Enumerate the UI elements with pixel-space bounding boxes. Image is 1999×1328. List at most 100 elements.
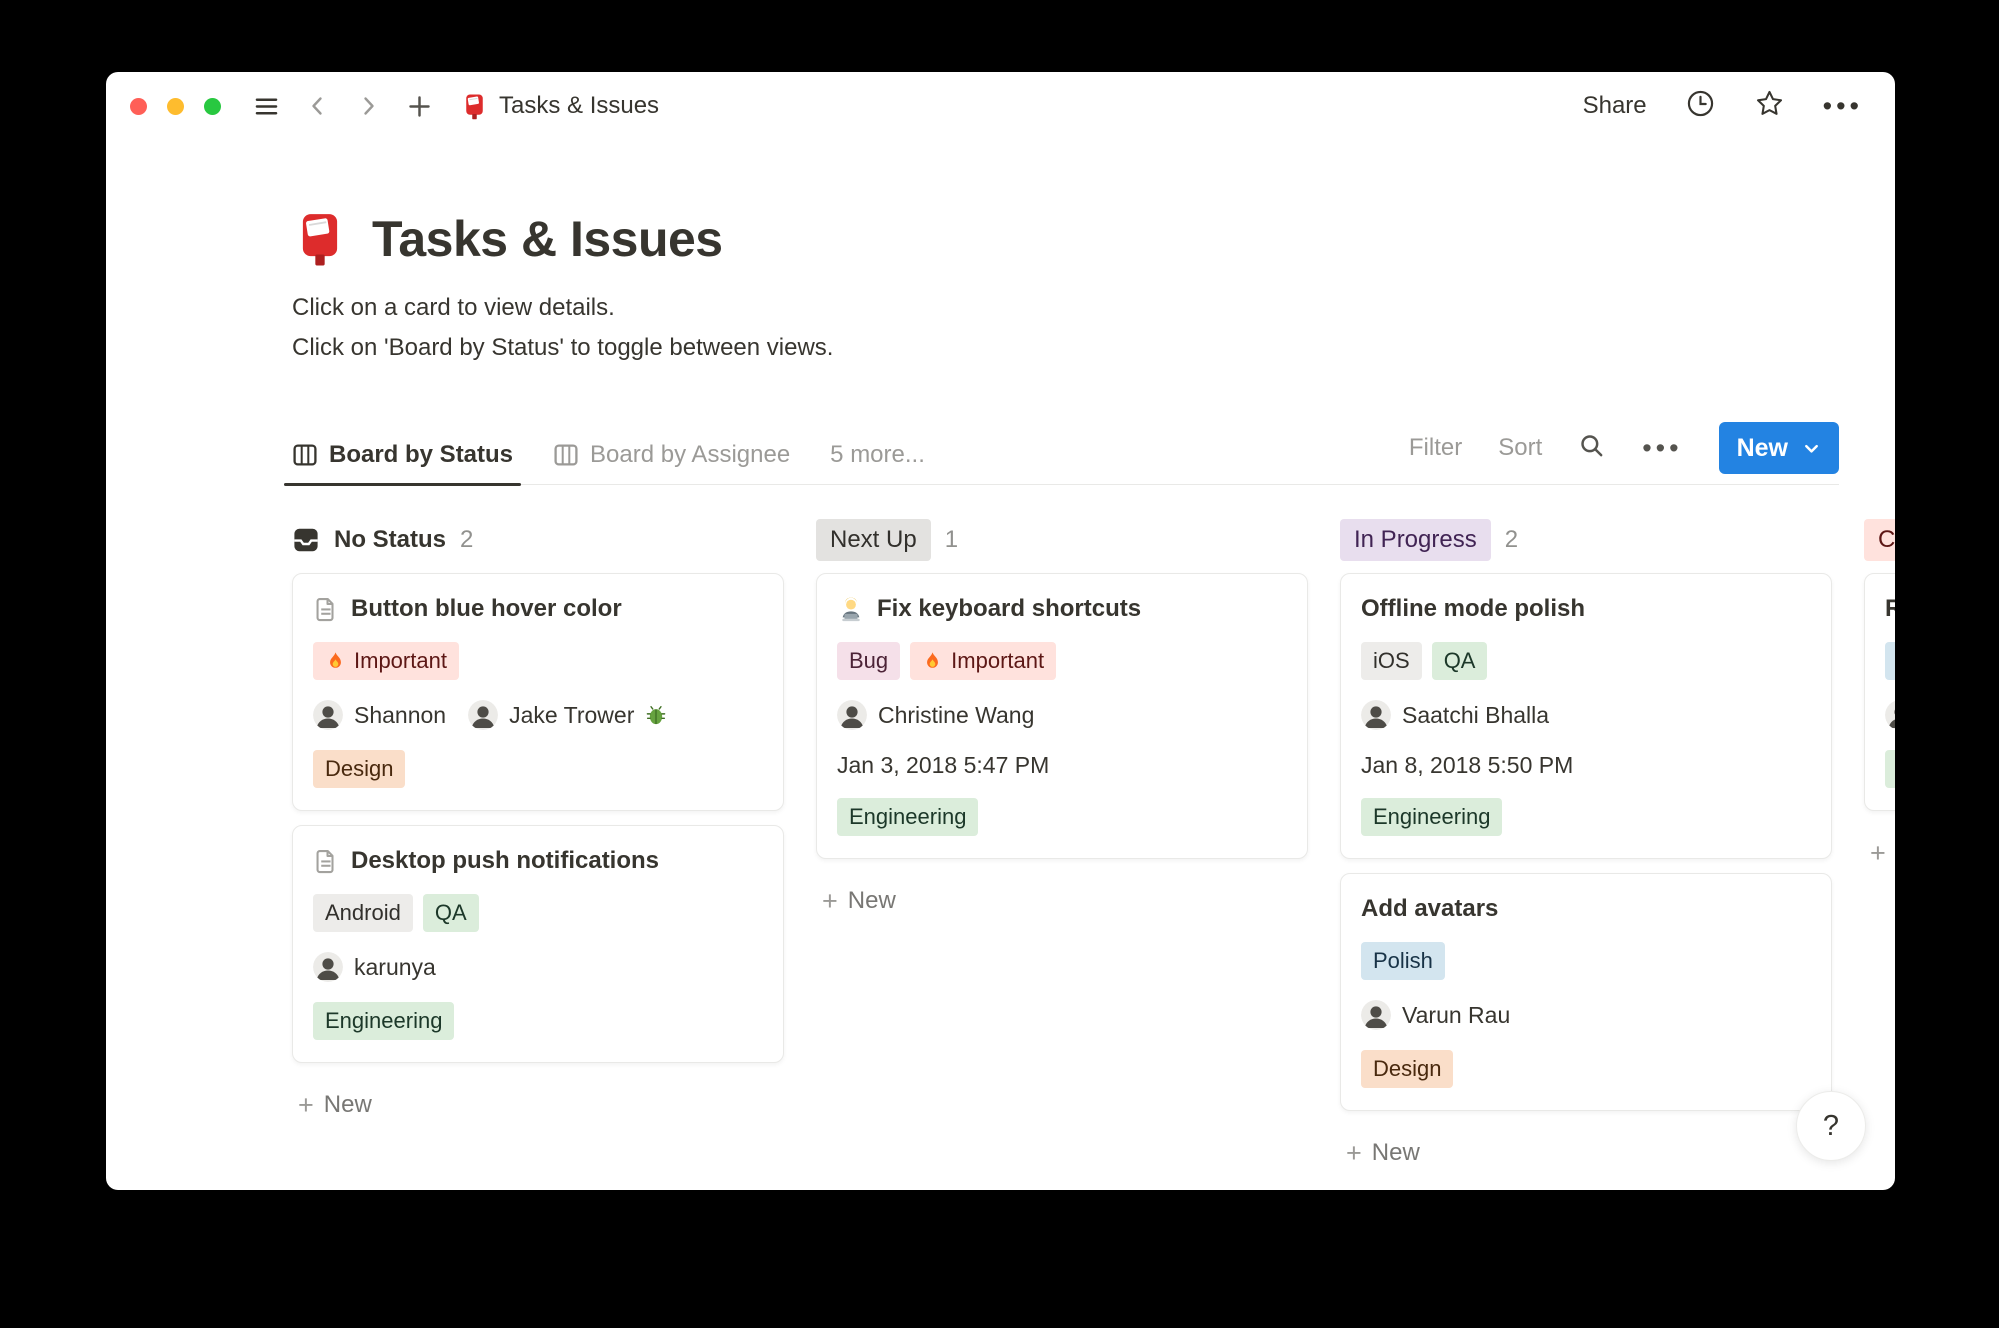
new-button-label: New <box>1736 433 1788 462</box>
close-window-button[interactable] <box>130 97 147 115</box>
task-card[interactable]: Button blue hover color Important Shanno… <box>292 573 784 811</box>
column-title-pill: Next Up <box>816 519 931 561</box>
minimize-window-button[interactable] <box>167 97 184 115</box>
page-postbox-icon[interactable] <box>292 211 348 267</box>
task-card[interactable]: R P E <box>1864 573 1895 811</box>
question-mark-icon: ? <box>1822 1109 1840 1142</box>
technologist-emoji-icon <box>842 597 860 622</box>
tab-board-by-assignee[interactable]: Board by Assignee <box>553 441 794 484</box>
flame-icon <box>927 651 939 668</box>
assignee: Saatchi Bhalla <box>1361 700 1549 730</box>
tag-engineering: Engineering <box>1361 798 1503 836</box>
task-card[interactable]: Offline mode polish iOS QA Saatchi Bhall… <box>1340 573 1832 859</box>
view-options-icon[interactable]: ••• <box>1642 434 1682 462</box>
beetle-emoji-icon <box>647 706 666 725</box>
tag-ios: iOS <box>1361 642 1422 680</box>
search-icon[interactable] <box>1578 432 1606 465</box>
flame-icon <box>330 651 341 668</box>
task-card[interactable]: Fix keyboard shortcuts Bug Important Chr… <box>816 573 1308 859</box>
new-button[interactable]: New <box>1718 422 1839 474</box>
column-header[interactable]: Next Up 1 <box>816 519 1308 561</box>
task-card[interactable]: Desktop push notifications Android QA ka… <box>292 825 784 1063</box>
tag-qa: QA <box>422 894 479 932</box>
chevron-down-icon <box>1805 444 1818 453</box>
back-button[interactable] <box>306 94 330 118</box>
column-header[interactable]: C <box>1864 519 1895 561</box>
plus-icon: + <box>1870 837 1886 868</box>
add-card-button[interactable]: + New <box>816 883 1308 919</box>
page-description-line[interactable]: Click on a card to view details. <box>292 288 1895 328</box>
column-title-pill: C <box>1864 519 1895 561</box>
column-count: 1 <box>944 526 959 553</box>
avatar <box>313 952 343 982</box>
avatar <box>313 700 343 730</box>
document-icon <box>316 598 334 622</box>
postbox-icon <box>465 93 484 120</box>
tag-polish: Polish <box>1361 942 1445 980</box>
avatar <box>837 700 867 730</box>
add-card-button[interactable]: + New <box>1340 1135 1832 1171</box>
plus-icon: + <box>1346 1137 1362 1168</box>
column-header[interactable]: In Progress 2 <box>1340 519 1832 561</box>
new-tab-icon[interactable] <box>406 93 433 120</box>
tag-qa: QA <box>1431 642 1488 680</box>
tab-label: Board by Status <box>329 441 514 468</box>
sort-button[interactable]: Sort <box>1498 434 1542 462</box>
zoom-window-button[interactable] <box>204 97 221 115</box>
sidebar-menu-icon[interactable] <box>253 93 280 120</box>
kanban-board: No Status 2 Button blue hover color Impo… <box>292 519 1895 1171</box>
favorite-star-icon[interactable] <box>1754 88 1785 124</box>
assignee: karunya <box>313 952 436 982</box>
page-description-line[interactable]: Click on 'Board by Status' to toggle bet… <box>292 328 1895 368</box>
filter-button[interactable]: Filter <box>1409 434 1462 462</box>
column-in-progress: In Progress 2 Offline mode polish iOS QA <box>1340 519 1832 1171</box>
more-options-icon[interactable]: ••• <box>1823 92 1863 120</box>
board-view-icon <box>293 444 317 466</box>
column-title-pill: In Progress <box>1340 519 1491 561</box>
column-count: 2 <box>460 526 474 553</box>
tag: P <box>1885 642 1895 680</box>
share-button[interactable]: Share <box>1583 92 1647 120</box>
tag-design: Design <box>1361 1050 1454 1088</box>
avatar <box>468 700 499 730</box>
assignee <box>1885 700 1895 730</box>
tag-android: Android <box>313 894 413 932</box>
tag-important: Important <box>910 642 1057 680</box>
column-next-up: Next Up 1 Fix keyboard shortcuts Bug Imp… <box>816 519 1308 919</box>
forward-button[interactable] <box>356 94 380 118</box>
traffic-lights <box>130 97 221 115</box>
avatar <box>1361 700 1391 730</box>
title-bar: Tasks & Issues Share ••• <box>106 72 1895 140</box>
task-card[interactable]: Add avatars Polish Varun Rau Design <box>1340 873 1832 1111</box>
plus-icon: + <box>298 1089 314 1120</box>
tag-design: Design <box>313 750 406 788</box>
board-view-icon <box>554 444 578 466</box>
more-views-button[interactable]: 5 more... <box>830 441 925 484</box>
breadcrumb-title: Tasks & Issues <box>499 92 660 119</box>
breadcrumb[interactable]: Tasks & Issues <box>461 92 659 120</box>
document-icon <box>316 850 334 874</box>
tag-important: Important <box>313 642 459 680</box>
page-title[interactable]: Tasks & Issues <box>372 210 723 268</box>
plus-icon: + <box>822 885 838 916</box>
card-title: Fix keyboard shortcuts <box>877 595 1142 622</box>
tab-board-by-status[interactable]: Board by Status <box>283 441 522 486</box>
assignee: Christine Wang <box>837 700 1034 730</box>
card-title: Add avatars <box>1361 895 1499 922</box>
help-button[interactable]: ? <box>1796 1091 1866 1161</box>
avatar <box>1885 700 1895 730</box>
card-title: Desktop push notifications <box>351 847 660 874</box>
assignee: Varun Rau <box>1361 1000 1510 1030</box>
app-window: Tasks & Issues Share ••• Tasks & Issues … <box>106 72 1895 1190</box>
column-header[interactable]: No Status 2 <box>292 519 784 561</box>
card-title: Button blue hover color <box>351 595 622 622</box>
due-date: Jan 3, 2018 5:47 PM <box>837 752 1050 778</box>
card-title: R <box>1885 595 1895 622</box>
tag-engineering: Engineering <box>313 1002 455 1040</box>
column-no-status: No Status 2 Button blue hover color Impo… <box>292 519 784 1123</box>
history-clock-icon[interactable] <box>1685 88 1716 124</box>
add-card-button[interactable]: + New <box>1864 835 1895 871</box>
card-title: Offline mode polish <box>1361 595 1586 622</box>
no-status-inbox-icon <box>293 527 319 553</box>
add-card-button[interactable]: + New <box>292 1087 784 1123</box>
